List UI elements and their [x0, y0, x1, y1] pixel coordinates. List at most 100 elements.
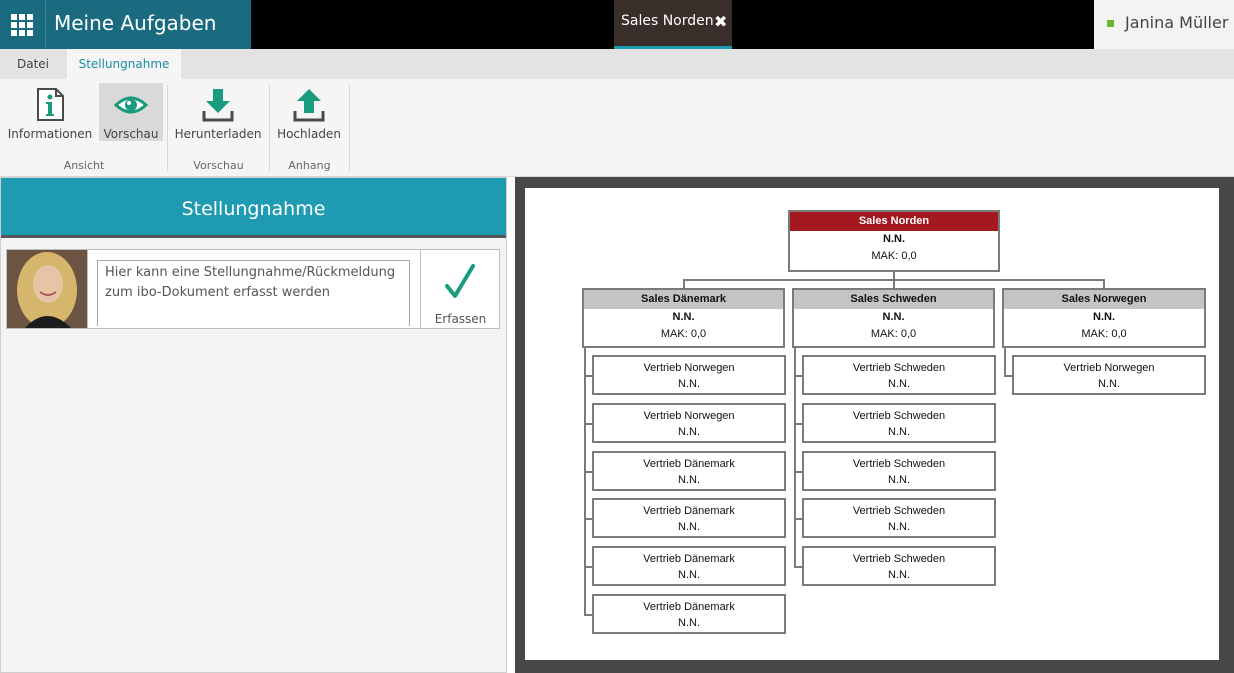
org-unit-holder: N.N.	[1098, 378, 1120, 390]
org-unit-holder: N.N.	[888, 521, 910, 533]
connector-line	[584, 375, 592, 377]
org-unit-holder: N.N.	[888, 426, 910, 438]
org-unit-box: Vertrieb Schweden N.N.	[802, 451, 996, 491]
org-unit-holder: N.N.	[678, 378, 700, 390]
org-region-holder: N.N.	[672, 311, 695, 323]
org-root-mak: MAK: 0,0	[871, 250, 917, 262]
connector-line	[584, 423, 592, 425]
vorschau-button[interactable]: Vorschau	[99, 83, 163, 141]
org-root-name: Sales Norden	[790, 212, 998, 231]
org-region-box: Sales Norwegen N.N. MAK: 0,0	[1002, 288, 1206, 348]
org-unit-holder: N.N.	[678, 474, 700, 486]
info-icon	[37, 88, 64, 121]
org-unit-box: Vertrieb Norwegen N.N.	[592, 403, 786, 443]
org-unit-name: Vertrieb Dänemark	[643, 553, 735, 565]
org-unit-holder: N.N.	[888, 474, 910, 486]
hochladen-button[interactable]: Hochladen	[275, 83, 343, 141]
connector-line	[584, 471, 592, 473]
org-unit-holder: N.N.	[888, 569, 910, 581]
org-unit-box: Vertrieb Schweden N.N.	[802, 355, 996, 395]
user-menu[interactable]: Janina Müller	[1094, 0, 1234, 49]
app-header: Meine Aufgaben	[0, 0, 251, 49]
title-bar: Meine Aufgaben Sales Norden ✖ Janina Mül…	[0, 0, 1234, 49]
stellungnahme-panel: Stellungnahme Hier kann eine Stellungnah…	[0, 177, 507, 673]
erfassen-label: Erfassen	[434, 312, 487, 326]
online-status-icon	[1107, 20, 1114, 27]
org-unit-name: Vertrieb Norwegen	[1063, 362, 1155, 374]
org-unit-box: Vertrieb Dänemark N.N.	[592, 594, 786, 634]
panel-title: Stellungnahme	[181, 198, 326, 220]
org-unit-holder: N.N.	[678, 521, 700, 533]
connector-line	[584, 518, 592, 520]
group-label-vorschau: Vorschau	[193, 159, 244, 172]
org-unit-holder: N.N.	[678, 426, 700, 438]
org-unit-box: Vertrieb Schweden N.N.	[802, 403, 996, 443]
erfassen-button[interactable]: Erfassen	[420, 250, 500, 328]
document-preview: Sales Norden N.N. MAK: 0,0 Sales Dänemar…	[515, 177, 1234, 673]
connector-line	[794, 566, 802, 568]
app-grid-icon[interactable]	[0, 0, 46, 49]
ribbon-divider	[269, 85, 270, 171]
org-unit-name: Vertrieb Schweden	[852, 362, 946, 374]
checkmark-icon	[445, 264, 475, 298]
org-unit-name: Vertrieb Schweden	[852, 410, 946, 422]
org-region-mak: MAK: 0,0	[870, 328, 917, 340]
tab-datei[interactable]: Datei	[0, 49, 66, 79]
org-region-holder: N.N.	[882, 311, 905, 323]
org-region-name: Sales Schweden	[794, 290, 993, 309]
connector-line	[794, 423, 802, 425]
tab-stellungnahme[interactable]: Stellungnahme	[67, 49, 181, 79]
close-icon[interactable]: ✖	[714, 12, 727, 31]
org-chart: Sales Norden N.N. MAK: 0,0 Sales Dänemar…	[525, 188, 1219, 660]
org-region-name: Sales Dänemark	[584, 290, 783, 309]
org-region-box: Sales Schweden N.N. MAK: 0,0	[792, 288, 995, 348]
herunterladen-button[interactable]: Herunterladen	[173, 83, 263, 141]
document-tab-label: Sales Norden	[621, 13, 714, 29]
org-unit-name: Vertrieb Dänemark	[643, 601, 735, 613]
org-unit-holder: N.N.	[678, 617, 700, 629]
informationen-button[interactable]: Informationen	[6, 83, 94, 141]
connector-line	[1004, 348, 1006, 377]
connector-line	[584, 566, 592, 568]
group-label-ansicht: Ansicht	[63, 159, 105, 172]
stellungnahme-header: Stellungnahme	[1, 178, 506, 238]
org-unit-name: Vertrieb Dänemark	[643, 505, 735, 517]
connector-line	[1004, 375, 1012, 377]
vorschau-label: Vorschau	[103, 127, 159, 141]
eye-icon	[114, 96, 148, 114]
avatar	[7, 250, 88, 328]
org-unit-name: Vertrieb Schweden	[852, 553, 946, 565]
org-unit-name: Vertrieb Norwegen	[643, 362, 735, 374]
org-unit-name: Vertrieb Schweden	[852, 458, 946, 470]
org-unit-box: Vertrieb Dänemark N.N.	[592, 451, 786, 491]
group-label-anhang: Anhang	[288, 159, 331, 172]
document-tab[interactable]: Sales Norden ✖	[614, 0, 732, 49]
ribbon: Informationen Vorschau Herunterladen Hoc…	[0, 79, 1234, 177]
comment-card: Hier kann eine Stellungnahme/Rückmeldung…	[6, 249, 500, 329]
org-region-name: Sales Norwegen	[1004, 290, 1204, 309]
org-unit-name: Vertrieb Norwegen	[643, 410, 735, 422]
org-unit-holder: N.N.	[678, 569, 700, 581]
org-unit-box: Vertrieb Dänemark N.N.	[592, 498, 786, 538]
connector-line	[794, 348, 796, 568]
app-title: Meine Aufgaben	[54, 11, 217, 35]
org-root-holder: N.N.	[883, 233, 905, 245]
ribbon-tabs: Datei Stellungnahme	[0, 49, 1234, 79]
org-unit-box: Vertrieb Norwegen N.N.	[592, 355, 786, 395]
org-root-box: Sales Norden N.N. MAK: 0,0	[788, 210, 1000, 272]
ribbon-divider	[349, 85, 350, 171]
connector-line	[794, 375, 802, 377]
org-unit-name: Vertrieb Schweden	[852, 505, 946, 517]
org-unit-holder: N.N.	[888, 378, 910, 390]
org-region-holder: N.N.	[1093, 311, 1115, 323]
herunterladen-label: Herunterladen	[174, 127, 262, 141]
download-icon	[202, 89, 234, 122]
informationen-label: Informationen	[7, 127, 93, 141]
hochladen-label: Hochladen	[277, 127, 341, 141]
connector-line	[584, 614, 592, 616]
connector-line	[794, 471, 802, 473]
org-region-mak: MAK: 0,0	[660, 328, 707, 340]
org-unit-name: Vertrieb Dänemark	[643, 458, 735, 470]
comment-input[interactable]: Hier kann eine Stellungnahme/Rückmeldung…	[97, 260, 410, 326]
org-region-mak: MAK: 0,0	[1081, 328, 1127, 340]
